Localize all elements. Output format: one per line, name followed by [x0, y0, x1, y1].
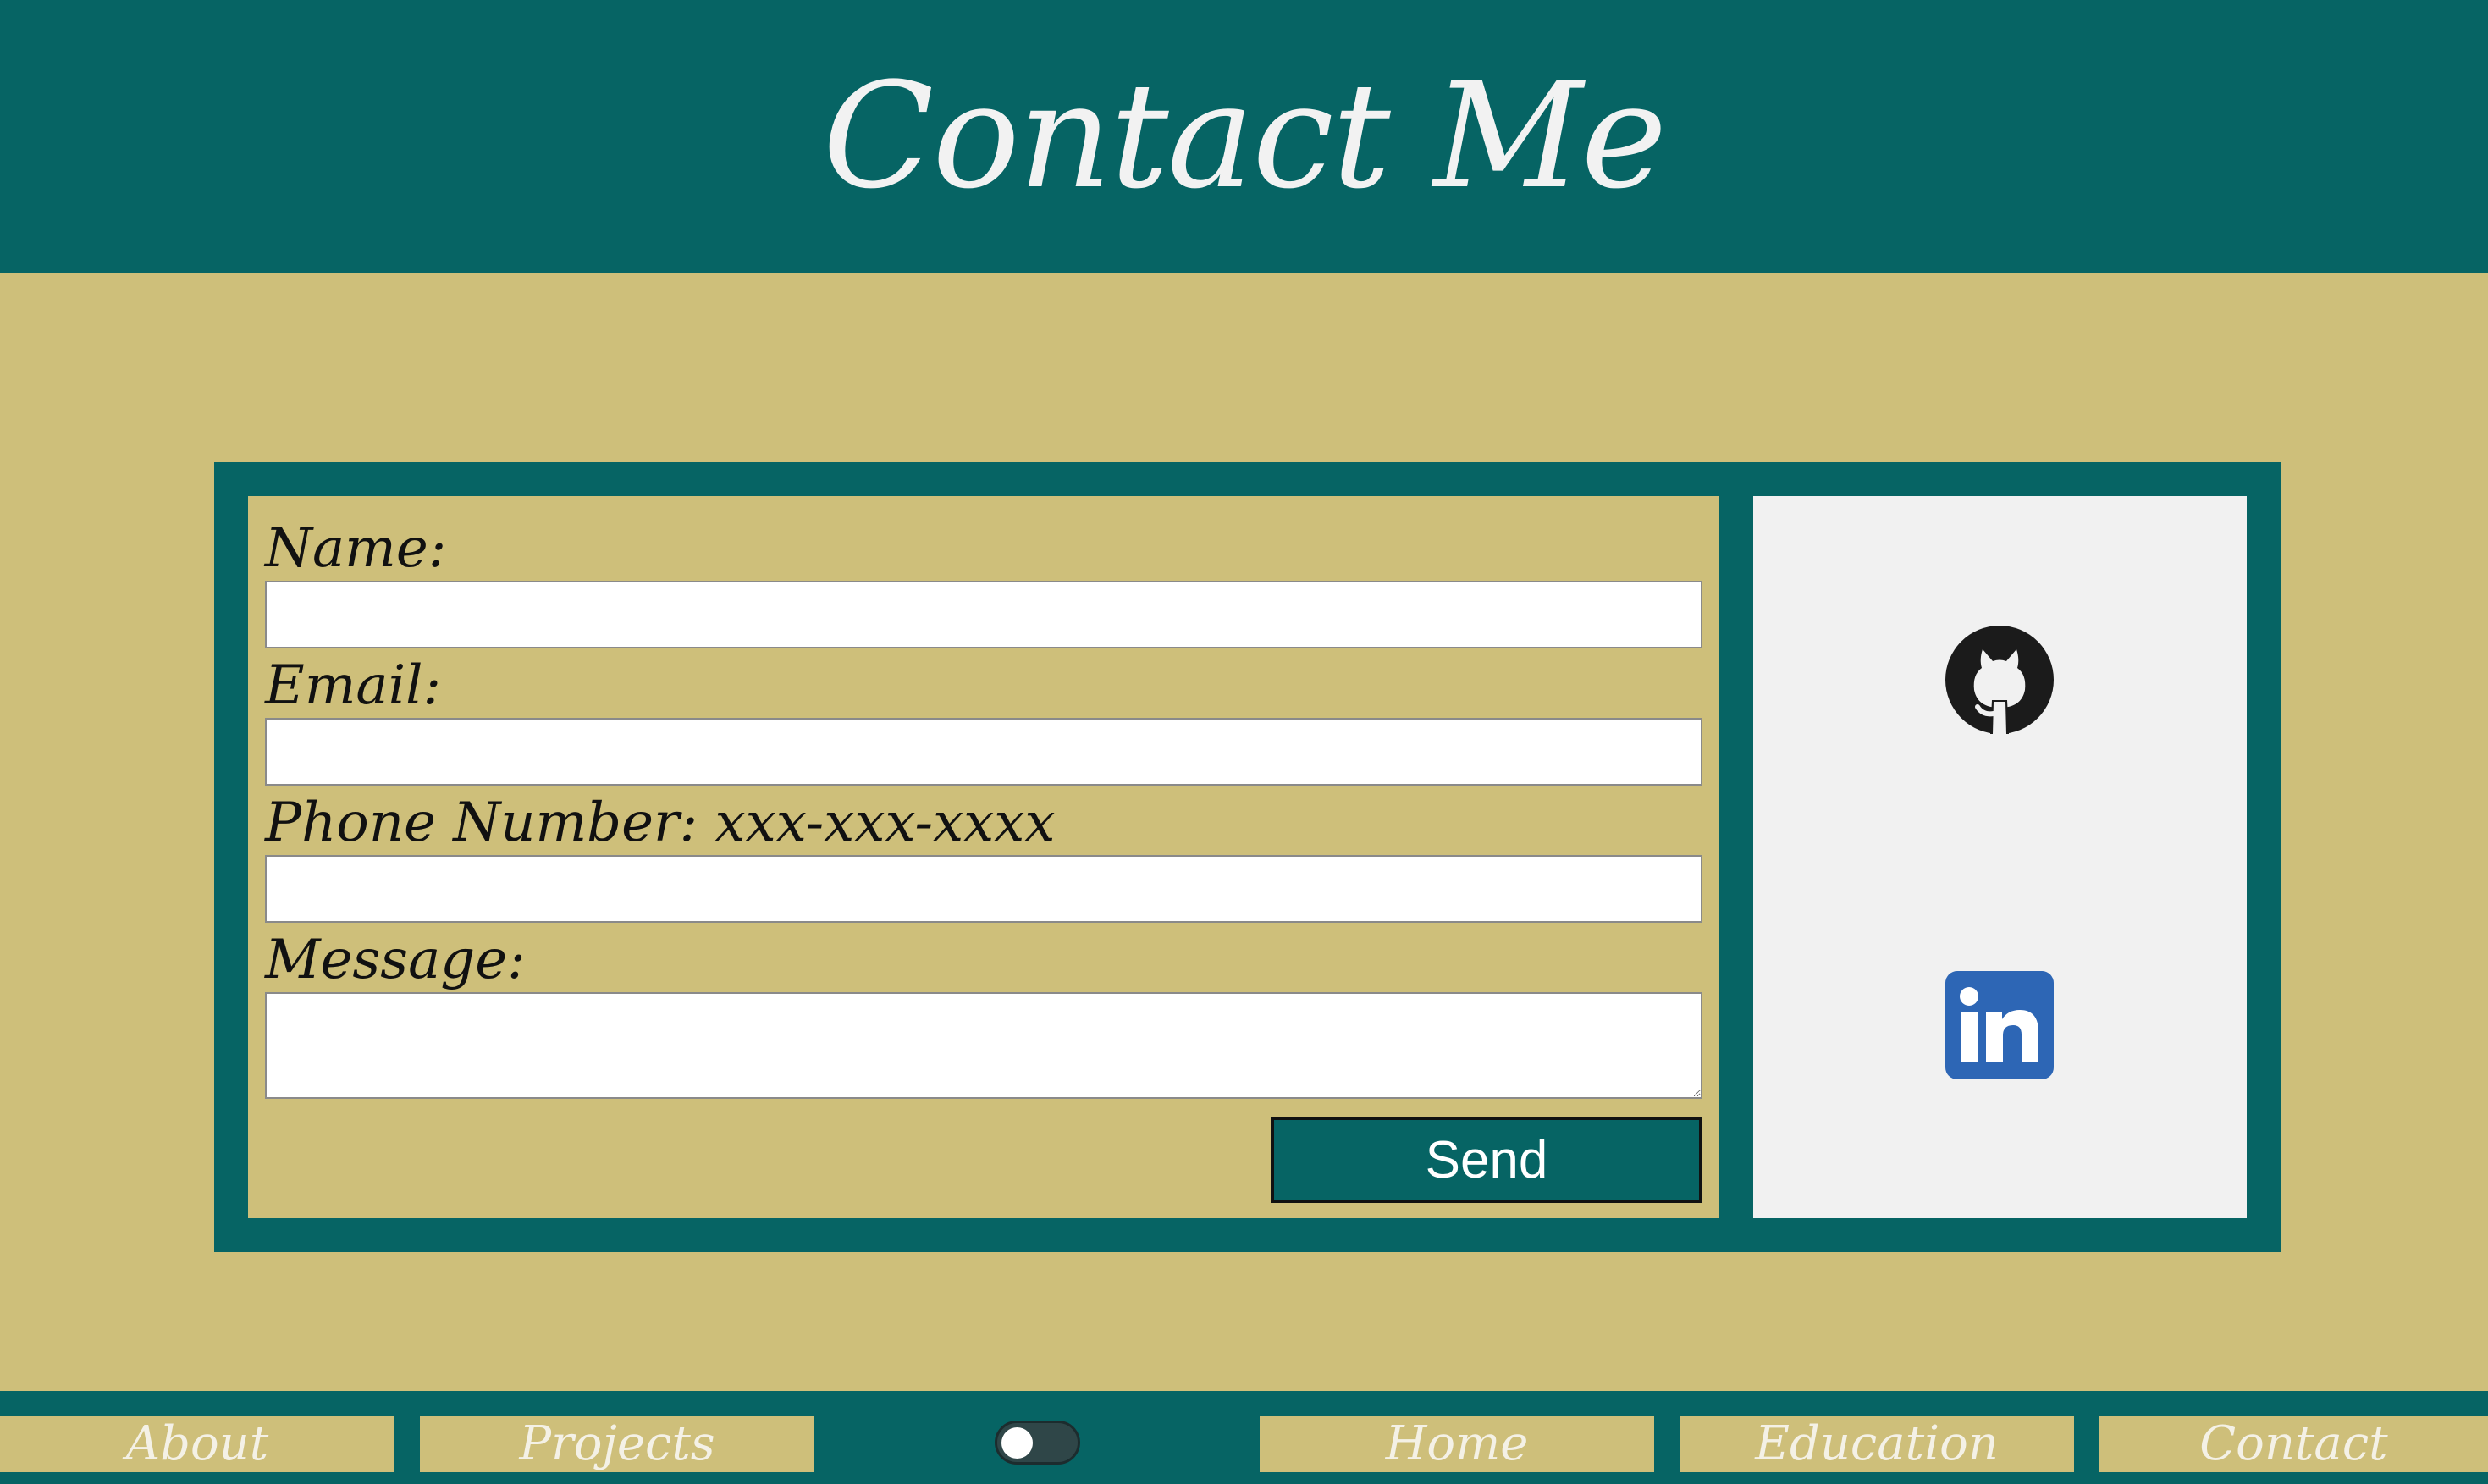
nav-item-projects[interactable]: Projects [420, 1416, 814, 1472]
social-links-panel [1753, 496, 2247, 1218]
phone-input[interactable] [265, 855, 1702, 923]
phone-label: Phone Number: xxx-xxx-xxxx [265, 792, 1056, 854]
email-label: Email: [265, 654, 442, 717]
linkedin-icon [1945, 971, 2054, 1079]
message-label: Message: [265, 929, 526, 991]
name-label: Name: [265, 517, 447, 580]
nav-item-contact[interactable]: Contact [2099, 1416, 2488, 1472]
bottom-nav: About Projects Home Education Contact [0, 1391, 2488, 1484]
toggle-knob [1001, 1427, 1033, 1459]
theme-toggle-switch[interactable] [995, 1421, 1080, 1465]
linkedin-link[interactable] [1945, 971, 2054, 1079]
name-input[interactable] [265, 581, 1702, 648]
page-header: Contact Me [0, 0, 2488, 273]
page-title: Contact Me [822, 51, 1668, 221]
nav-item-home[interactable]: Home [1260, 1416, 1654, 1472]
nav-item-about[interactable]: About [0, 1416, 394, 1472]
github-icon [1945, 626, 2054, 734]
message-textarea[interactable] [265, 992, 1702, 1099]
send-button[interactable]: Send [1271, 1117, 1702, 1203]
contact-card: Name: Email: Phone Number: xxx-xxx-xxxx … [214, 462, 2281, 1252]
github-link[interactable] [1945, 626, 2054, 734]
nav-item-education[interactable]: Education [1680, 1416, 2074, 1472]
contact-form: Name: Email: Phone Number: xxx-xxx-xxxx … [248, 496, 1719, 1218]
email-input[interactable] [265, 718, 1702, 786]
